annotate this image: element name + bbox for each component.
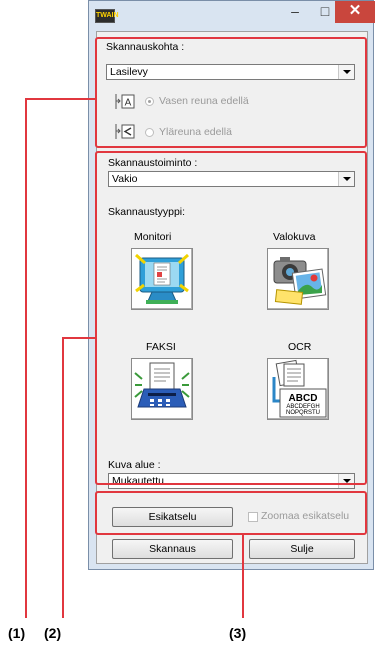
scan-button[interactable]: Skannaus bbox=[112, 539, 233, 559]
close-button[interactable]: Sulje bbox=[249, 539, 355, 559]
scan-location-highlight bbox=[95, 37, 367, 148]
scan-settings-highlight bbox=[95, 151, 367, 485]
title-bar[interactable]: TWAIN – □ ✕ bbox=[89, 1, 375, 31]
close-window-button[interactable]: ✕ bbox=[335, 1, 375, 23]
callout-1-line-v bbox=[25, 98, 27, 618]
callout-2-label: (2) bbox=[44, 625, 62, 641]
callout-3-label: (3) bbox=[229, 625, 247, 641]
callout-1-line-h bbox=[25, 98, 97, 100]
callout-1-label: (1) bbox=[8, 625, 26, 641]
callout-3-line-v bbox=[242, 533, 244, 618]
callout-2-line-h bbox=[62, 337, 97, 339]
callout-2-line-v bbox=[62, 337, 64, 618]
twain-app-icon: TWAIN bbox=[95, 9, 119, 23]
preview-highlight bbox=[95, 491, 367, 535]
minimize-button[interactable]: – bbox=[281, 1, 309, 23]
